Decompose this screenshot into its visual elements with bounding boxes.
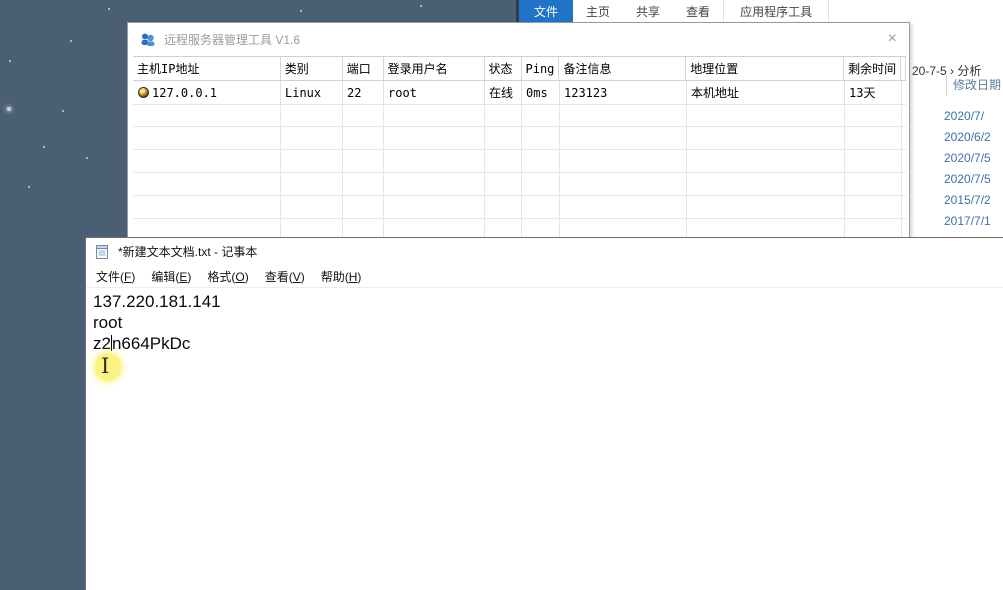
- file-row-date[interactable]: 2020/7/: [944, 106, 991, 127]
- star: [7, 107, 11, 111]
- server-manager-titlebar[interactable]: 远程服务器管理工具 V1.6 ×: [128, 23, 909, 55]
- server-globe-icon: [138, 87, 149, 98]
- cell-time-left: 13天: [845, 81, 902, 104]
- tab-app-tools[interactable]: 应用程序工具: [723, 0, 829, 22]
- notepad-text-area[interactable]: 137.220.181.141 root z2n664PkDc: [86, 288, 1003, 354]
- server-table: 主机IP地址 类别 端口 登录用户名 状态 Ping 备注信息 地理位置 剩余时…: [133, 56, 906, 237]
- menu-file[interactable]: 文件(F): [90, 268, 141, 285]
- star: [28, 186, 30, 188]
- menu-edit[interactable]: 编辑(E): [145, 268, 197, 285]
- column-header-date-modified[interactable]: 修改日期: [946, 75, 1001, 96]
- file-row-date[interactable]: 2020/7/5: [944, 169, 991, 190]
- server-row[interactable]: 127.0.0.1 Linux 22 root 在线 0ms 123123 本机…: [133, 81, 906, 105]
- star: [70, 40, 72, 42]
- col-host-ip[interactable]: 主机IP地址: [133, 57, 281, 80]
- col-status[interactable]: 状态: [485, 57, 522, 80]
- cell-note: 123123: [560, 81, 687, 104]
- star: [300, 10, 302, 12]
- col-port[interactable]: 端口: [343, 57, 384, 80]
- file-row-date[interactable]: 2017/7/1: [944, 211, 991, 232]
- cell-type: Linux: [281, 81, 343, 104]
- star: [9, 60, 11, 62]
- cell-username: root: [384, 81, 485, 104]
- star: [62, 110, 64, 112]
- text-line: 137.220.181.141: [93, 291, 1003, 312]
- col-note[interactable]: 备注信息: [559, 57, 686, 80]
- ibeam-cursor-icon: I: [101, 354, 109, 378]
- app-icon: [140, 31, 156, 47]
- server-manager-window: 远程服务器管理工具 V1.6 × 主机IP地址 类别 端口 登录用户名 状态 P…: [127, 22, 910, 239]
- col-username[interactable]: 登录用户名: [384, 57, 485, 80]
- col-time-left[interactable]: 剩余时间: [844, 57, 901, 80]
- cell-host-ip: 127.0.0.1: [133, 81, 281, 104]
- cell-filler: [902, 81, 906, 104]
- file-row-date[interactable]: 2020/7/5: [944, 148, 991, 169]
- col-filler: [901, 57, 906, 80]
- file-row-date[interactable]: 2015/7/2: [944, 190, 991, 211]
- file-row-date[interactable]: 2020/6/2: [944, 127, 991, 148]
- star: [108, 8, 110, 10]
- tab-home[interactable]: 主页: [573, 0, 623, 22]
- tab-share[interactable]: 共享: [623, 0, 673, 22]
- mouse-cursor: I: [94, 352, 122, 382]
- notepad-menubar: 文件(F) 编辑(E) 格式(O) 查看(V) 帮助(H): [86, 265, 1003, 288]
- text-line: z2n664PkDc: [93, 333, 1003, 354]
- close-icon[interactable]: ×: [888, 31, 897, 47]
- col-location[interactable]: 地理位置: [686, 57, 844, 80]
- star: [43, 146, 45, 148]
- notepad-icon: [94, 244, 110, 260]
- col-ping[interactable]: Ping: [522, 57, 560, 80]
- cell-port: 22: [343, 81, 384, 104]
- explorer-panel: 20-7-5 › 分析 修改日期 2020/7/ 2020/6/2 2020/7…: [908, 22, 1003, 238]
- notepad-window: *新建文本文档.txt - 记事本 文件(F) 编辑(E) 格式(O) 查看(V…: [85, 237, 1003, 590]
- empty-grid-rows: [133, 104, 906, 237]
- screen: 文件 主页 共享 查看 应用程序工具 20-7-5 › 分析 修改日期 2020…: [0, 0, 1003, 590]
- window-title: 远程服务器管理工具 V1.6: [164, 31, 300, 48]
- notepad-title: *新建文本文档.txt - 记事本: [118, 243, 257, 260]
- cell-status: 在线: [485, 81, 522, 104]
- table-header-row: 主机IP地址 类别 端口 登录用户名 状态 Ping 备注信息 地理位置 剩余时…: [133, 57, 906, 81]
- file-date-list: 2020/7/ 2020/6/2 2020/7/5 2020/7/5 2015/…: [944, 106, 991, 253]
- menu-view[interactable]: 查看(V): [259, 268, 311, 285]
- notepad-titlebar[interactable]: *新建文本文档.txt - 记事本: [86, 238, 1003, 265]
- cell-ping: 0ms: [522, 81, 560, 104]
- menu-help[interactable]: 帮助(H): [315, 268, 368, 285]
- tab-view[interactable]: 查看: [673, 0, 723, 22]
- tab-file[interactable]: 文件: [519, 0, 573, 22]
- cell-location: 本机地址: [687, 81, 845, 104]
- explorer-ribbon-tabs: 文件 主页 共享 查看 应用程序工具: [516, 0, 1003, 22]
- star: [86, 157, 88, 159]
- menu-format[interactable]: 格式(O): [201, 268, 254, 285]
- col-type[interactable]: 类别: [281, 57, 343, 80]
- star: [420, 5, 422, 7]
- text-line: root: [93, 312, 1003, 333]
